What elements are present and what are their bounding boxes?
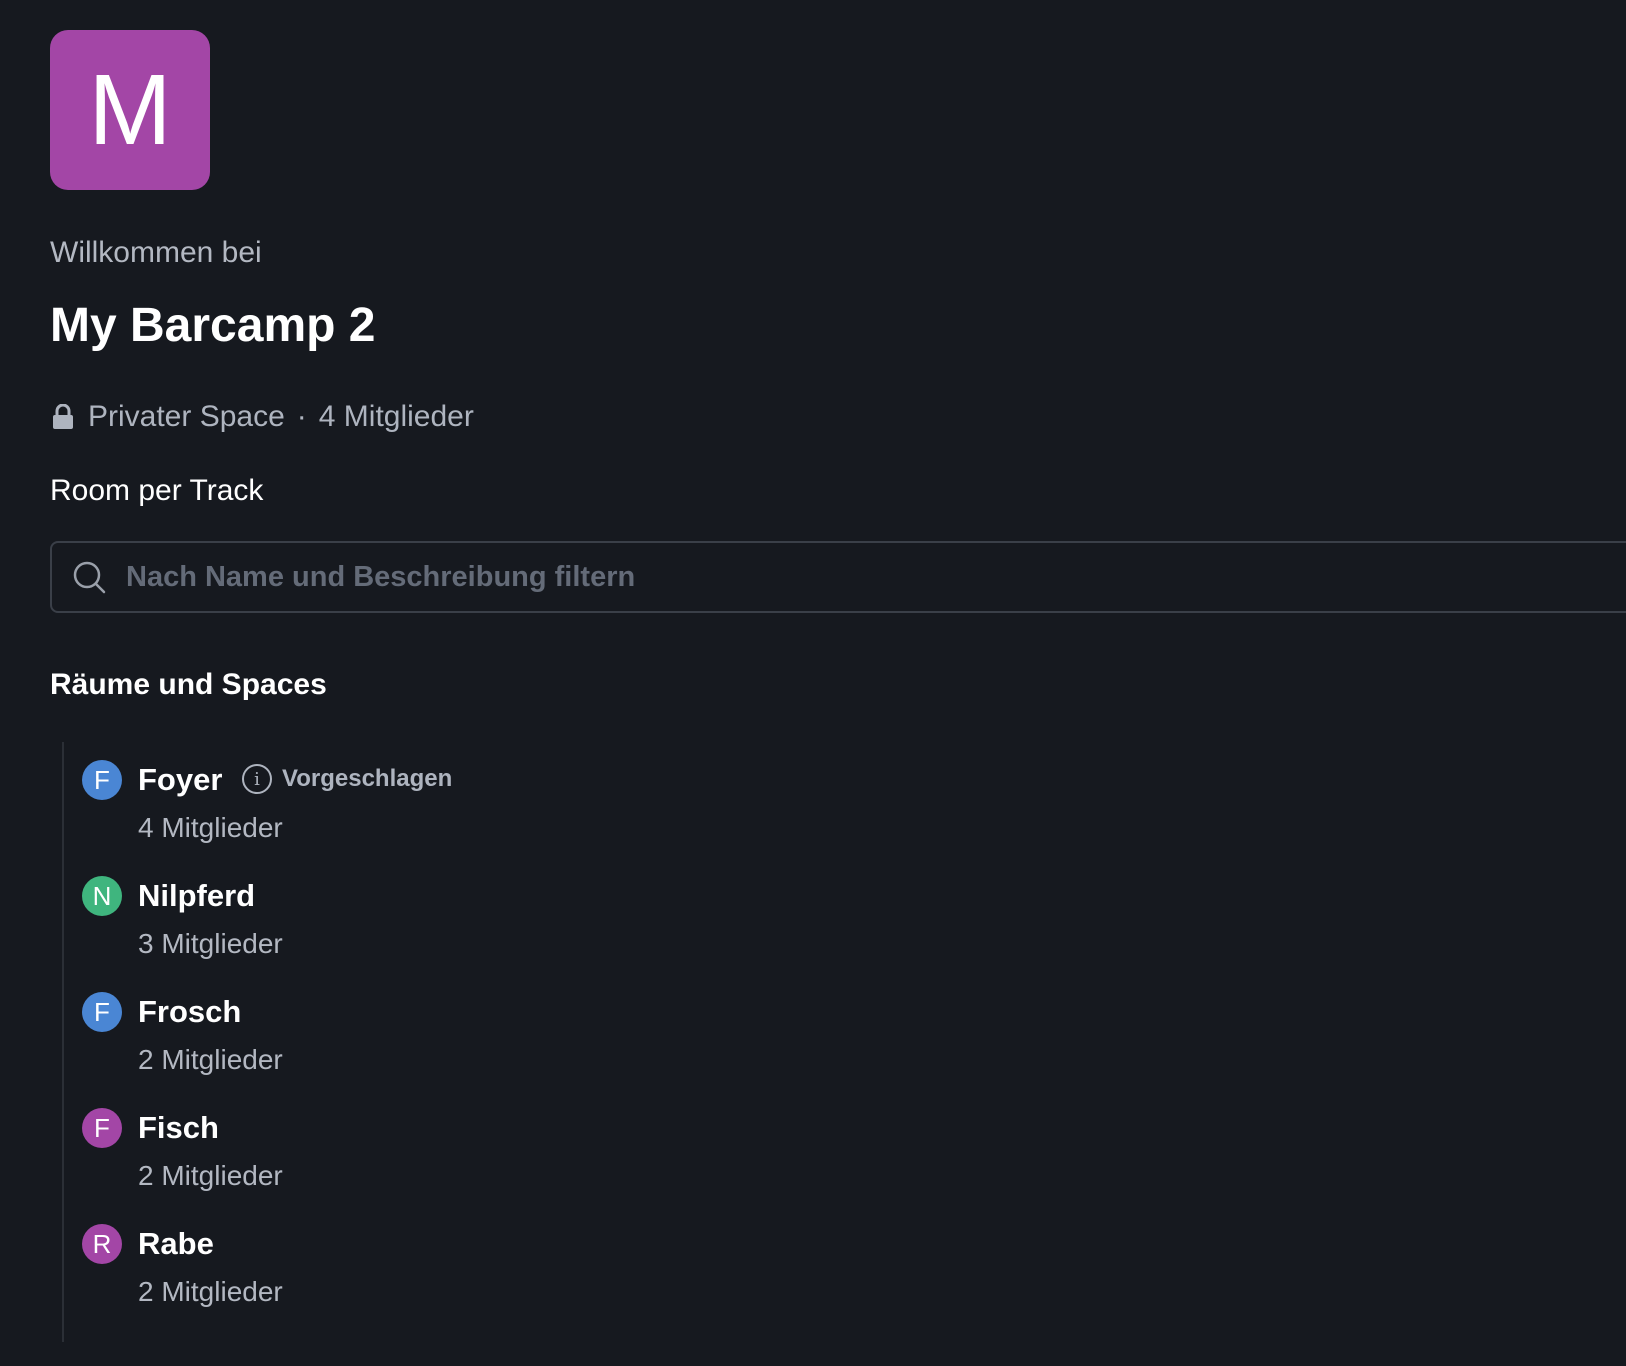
rooms-section-title: Räume und Spaces	[50, 668, 327, 701]
space-avatar-letter: M	[88, 54, 172, 166]
welcome-label: Willkommen bei	[50, 236, 262, 269]
room-member-count: 2 Mitglieder	[138, 1276, 283, 1307]
space-member-count[interactable]: 4 Mitglieder	[319, 400, 474, 434]
search-icon	[73, 561, 106, 594]
suggested-label: Vorgeschlagen	[282, 765, 453, 792]
room-avatar: F	[82, 760, 122, 800]
room-member-count: 2 Mitglieder	[138, 1160, 283, 1191]
room-name: Rabe	[138, 1226, 214, 1261]
room-name: Nilpferd	[138, 878, 256, 913]
room-name: Fisch	[138, 1110, 219, 1145]
search-box[interactable]	[50, 541, 1626, 613]
room-item-rabe[interactable]: R Rabe 2 Mitglieder	[82, 1206, 942, 1316]
space-visibility: Privater Space	[88, 400, 285, 433]
room-item-nilpferd[interactable]: N Nilpferd 3 Mitglieder	[82, 858, 942, 968]
room-avatar-letter: R	[92, 1228, 112, 1259]
room-member-count: 4 Mitglieder	[138, 812, 283, 843]
room-avatar-letter: N	[92, 880, 112, 911]
room-member-count: 2 Mitglieder	[138, 1044, 283, 1075]
room-avatar: N	[82, 876, 122, 916]
room-avatar-letter: F	[94, 996, 110, 1027]
room-name: Frosch	[138, 994, 242, 1029]
room-avatar: F	[82, 1108, 122, 1148]
room-avatar: F	[82, 992, 122, 1032]
suggested-badge: i Vorgeschlagen	[242, 764, 452, 794]
space-meta: Privater Space · 4 Mitglieder	[52, 400, 474, 434]
room-name: Foyer	[138, 762, 223, 797]
info-icon[interactable]: i	[242, 764, 272, 794]
room-avatar: R	[82, 1224, 122, 1264]
lock-icon	[53, 404, 73, 429]
room-list: F Foyer i Vorgeschlagen 4 Mitglieder N N…	[62, 742, 964, 1342]
space-name: My Barcamp 2	[50, 299, 376, 352]
search-input[interactable]	[124, 559, 1028, 595]
room-member-count: 3 Mitglieder	[138, 928, 283, 959]
room-avatar-letter: F	[94, 1112, 110, 1143]
room-avatar-letter: F	[94, 764, 110, 795]
meta-separator: ·	[296, 400, 307, 433]
room-item-fisch[interactable]: F Fisch 2 Mitglieder	[82, 1090, 942, 1200]
space-avatar: M	[50, 30, 210, 190]
space-topic: Room per Track	[50, 474, 264, 507]
room-item-foyer[interactable]: F Foyer i Vorgeschlagen 4 Mitglieder	[82, 742, 942, 852]
room-item-frosch[interactable]: F Frosch 2 Mitglieder	[82, 974, 942, 1084]
